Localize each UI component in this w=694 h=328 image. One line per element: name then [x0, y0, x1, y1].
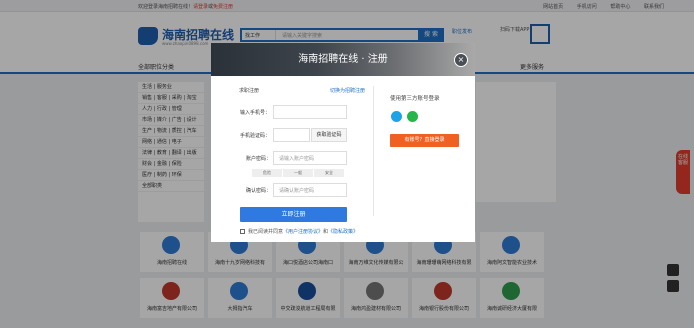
agree-text: 我已阅读并同意 [248, 229, 284, 235]
password-strength: 危险 一般 安全 [252, 169, 345, 177]
code-label: 手机验证码： [240, 133, 271, 139]
agreement-line: 我已阅读并同意《用户注册协议》和《隐私政策》 [240, 228, 358, 235]
modal-divider [373, 86, 374, 216]
switch-employer-link[interactable]: 切换为招聘注册 [330, 87, 365, 94]
code-input[interactable] [273, 128, 310, 142]
confirm-label: 确认密码： [246, 188, 272, 194]
wechat-login-icon[interactable] [407, 111, 418, 122]
phone-label: 输入手机号： [240, 110, 271, 116]
job-seeker-register-title: 求职注册 [239, 88, 260, 94]
direct-login-button[interactable]: 有账号？直接登录 [390, 134, 459, 147]
phone-input[interactable] [273, 105, 347, 119]
password-label: 账户密码： [246, 156, 272, 162]
modal-title: 海南招聘在线 · 注册 [298, 54, 388, 65]
agree-checkbox[interactable] [240, 229, 245, 234]
confirm-password-input[interactable]: 请确认账户密码 [273, 183, 347, 197]
strength-medium: 一般 [283, 169, 313, 177]
password-input[interactable]: 请输入账户密码 [273, 151, 347, 165]
register-submit-button[interactable]: 立即注册 [240, 207, 347, 222]
strength-strong: 安全 [314, 169, 344, 177]
close-icon[interactable]: × [454, 53, 468, 67]
strength-weak: 危险 [252, 169, 282, 177]
qq-login-icon[interactable] [391, 111, 402, 122]
password-placeholder: 请输入账户密码 [279, 156, 315, 162]
confirm-placeholder: 请确认账户密码 [279, 188, 315, 194]
third-party-login-title: 使用第三方账号登录 [390, 96, 440, 102]
privacy-policy-link[interactable]: 《隐私政策》 [328, 229, 358, 235]
user-agreement-link[interactable]: 《用户注册协议》 [283, 229, 323, 235]
modal-header: 海南招聘在线 · 注册 [211, 43, 475, 76]
get-code-button[interactable]: 获取验证码 [311, 128, 347, 142]
